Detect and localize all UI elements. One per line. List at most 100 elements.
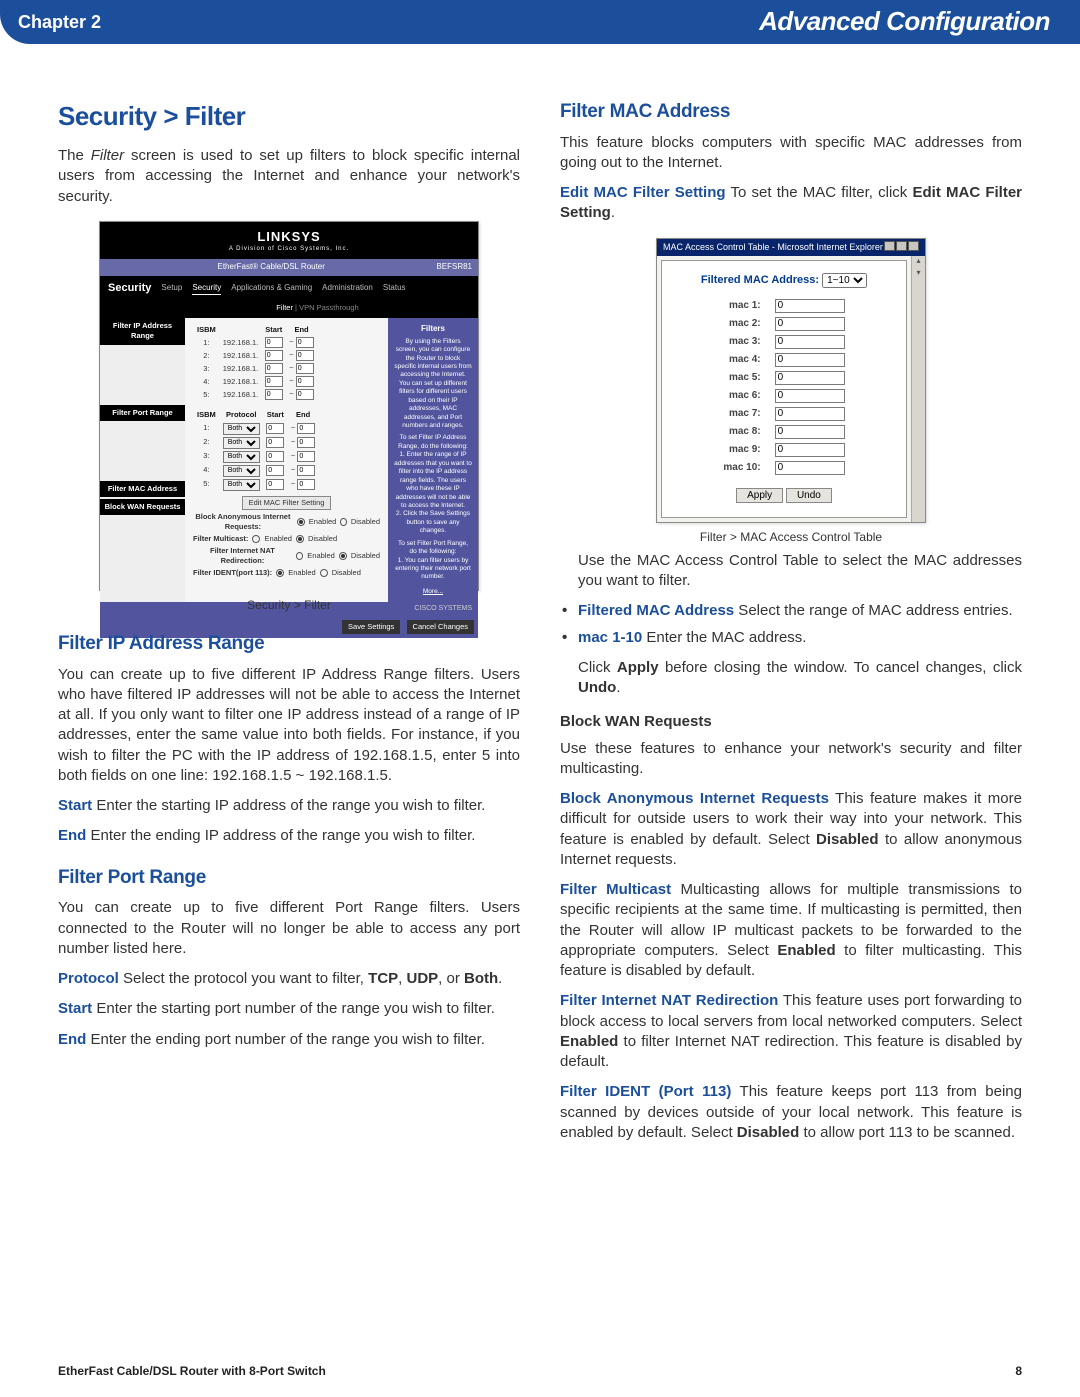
section-ip-range: Filter IP Address Range [100, 318, 185, 344]
proto-5[interactable]: Both [223, 479, 260, 491]
ip-end-3[interactable] [296, 363, 314, 374]
ip-start-4[interactable] [265, 376, 283, 387]
ident-para: Filter IDENT (Port 113) This feature kee… [560, 1082, 1022, 1143]
main-tabs: Security Setup Security Applications & G… [100, 276, 478, 301]
page-footer: EtherFast Cable/DSL Router with 8-Port S… [58, 1363, 1022, 1379]
port-start-3[interactable] [266, 451, 284, 462]
tab-administration[interactable]: Administration [322, 283, 373, 294]
ip-end-1[interactable] [296, 337, 314, 348]
mac-range-select[interactable]: 1~10 [822, 273, 867, 288]
minimize-icon [884, 241, 895, 251]
mac-input-8[interactable] [775, 425, 845, 439]
apply-button[interactable]: Apply [736, 488, 783, 503]
table-row: mac 9: [717, 442, 850, 458]
mac-input-3[interactable] [775, 335, 845, 349]
ip-start-5[interactable] [265, 389, 283, 400]
maximize-icon [896, 241, 907, 251]
radio-bar-enabled[interactable] [297, 518, 305, 526]
ip-start-2[interactable] [265, 350, 283, 361]
proto-3[interactable]: Both [223, 451, 260, 463]
router-titlebar: EtherFast® Cable/DSL RouterBEFSR81 [100, 259, 478, 276]
section-port-range: Filter Port Range [100, 405, 185, 421]
mac-input-6[interactable] [775, 389, 845, 403]
undo-button[interactable]: Undo [786, 488, 832, 503]
figure-security-filter: LINKSYSA Division of Cisco Systems, Inc.… [58, 221, 520, 613]
proto-2[interactable]: Both [223, 437, 260, 449]
port-end-1[interactable] [297, 423, 315, 434]
ip-end-5[interactable] [296, 389, 314, 400]
mac-input-4[interactable] [775, 353, 845, 367]
ip-start-3[interactable] [265, 363, 283, 374]
radio-bar-disabled[interactable] [340, 518, 346, 526]
table-row: 2:Both~ [193, 436, 318, 450]
radio-nat-disabled[interactable] [339, 552, 347, 560]
mac-input-10[interactable] [775, 461, 845, 475]
help-header: Filters [394, 324, 472, 334]
port-start-4[interactable] [266, 465, 284, 476]
cancel-changes-button[interactable]: Cancel Changes [407, 620, 474, 634]
save-settings-button[interactable]: Save Settings [342, 620, 400, 634]
port-end-3[interactable] [297, 451, 315, 462]
window-controls[interactable] [883, 241, 919, 254]
intro-post: screen is used to set up filters to bloc… [58, 147, 520, 205]
page-title: Advanced Configuration [759, 4, 1050, 39]
table-row: mac 2: [717, 316, 850, 332]
table-row: 2:192.168.1.~ [193, 349, 317, 362]
scroll-down-icon[interactable]: ▾ [912, 268, 925, 280]
edit-mac-filter-button[interactable]: Edit MAC Filter Setting [242, 496, 332, 510]
scroll-up-icon[interactable]: ▴ [912, 256, 925, 268]
port-start-1[interactable] [266, 423, 284, 434]
table-row: 5:192.168.1.~ [193, 388, 317, 401]
mac-input-5[interactable] [775, 371, 845, 385]
tab-status[interactable]: Status [383, 283, 406, 294]
scrollbar[interactable]: ▴ ▾ [911, 256, 925, 522]
ip-end-2[interactable] [296, 350, 314, 361]
table-row: 1:192.168.1.~ [193, 336, 317, 349]
brand-logo: LINKSYSA Division of Cisco Systems, Inc. [100, 222, 478, 260]
help-text: 2. Click the Save Settings button to sav… [394, 510, 472, 535]
mac-edit-para: Edit MAC Filter Setting To set the MAC f… [560, 183, 1022, 224]
figure-mac-table: MAC Access Control Table - Microsoft Int… [560, 238, 1022, 545]
tab-setup[interactable]: Setup [161, 283, 182, 294]
proto-4[interactable]: Both [223, 465, 260, 477]
proto-1[interactable]: Both [223, 423, 260, 435]
ip-start-1[interactable] [265, 337, 283, 348]
mac-input-7[interactable] [775, 407, 845, 421]
table-row: mac 6: [717, 388, 850, 404]
radio-ident-enabled[interactable] [276, 569, 284, 577]
radio-ident-disabled[interactable] [320, 569, 328, 577]
subtab-filter[interactable]: Filter [276, 303, 293, 312]
table-row: 1:Both~ [193, 422, 318, 436]
port-end-4[interactable] [297, 465, 315, 476]
port-start-5[interactable] [266, 479, 284, 490]
subtab-vpn[interactable]: | VPN Passthrough [293, 303, 359, 312]
help-text: By using the Filters screen, you can con… [394, 338, 472, 431]
port-end-2[interactable] [297, 437, 315, 448]
page-number: 8 [1015, 1363, 1022, 1379]
table-row: 4:Both~ [193, 464, 318, 478]
port-range-para: You can create up to five different Port… [58, 898, 520, 959]
section-mac: Filter MAC Address [100, 481, 185, 497]
tab-security[interactable]: Security [192, 283, 221, 295]
right-column: Filter MAC Address This feature blocks c… [560, 99, 1022, 1153]
filtered-mac-header: Filtered MAC Address: 1~10 [680, 273, 888, 288]
port-start-2[interactable] [266, 437, 284, 448]
table-row: mac 10: [717, 460, 850, 476]
mac-use-para: Use the MAC Access Control Table to sele… [560, 551, 1022, 592]
port-end-5[interactable] [297, 479, 315, 490]
table-row: mac 5: [717, 370, 850, 386]
tab-apps-gaming[interactable]: Applications & Gaming [231, 283, 312, 294]
help-more-link[interactable]: More... [394, 588, 472, 596]
radio-nat-enabled[interactable] [296, 552, 303, 560]
mac-input-2[interactable] [775, 317, 845, 331]
radio-fm-disabled[interactable] [296, 535, 304, 543]
mac-input-9[interactable] [775, 443, 845, 457]
help-text: To set Filter Port Range, do the followi… [394, 540, 472, 557]
tab-group-label: Security [108, 281, 151, 296]
mac-input-1[interactable] [775, 299, 845, 313]
ip-end-4[interactable] [296, 376, 314, 387]
ip-start-para: Start Enter the starting IP address of t… [58, 796, 520, 816]
bullet-mac-1-10: mac 1-10 Enter the MAC address. [560, 628, 1022, 648]
radio-fm-enabled[interactable] [252, 535, 260, 543]
port-range-table: ISBMProtocolStartEnd 1:Both~ 2:Both~ 3:B… [193, 409, 318, 491]
